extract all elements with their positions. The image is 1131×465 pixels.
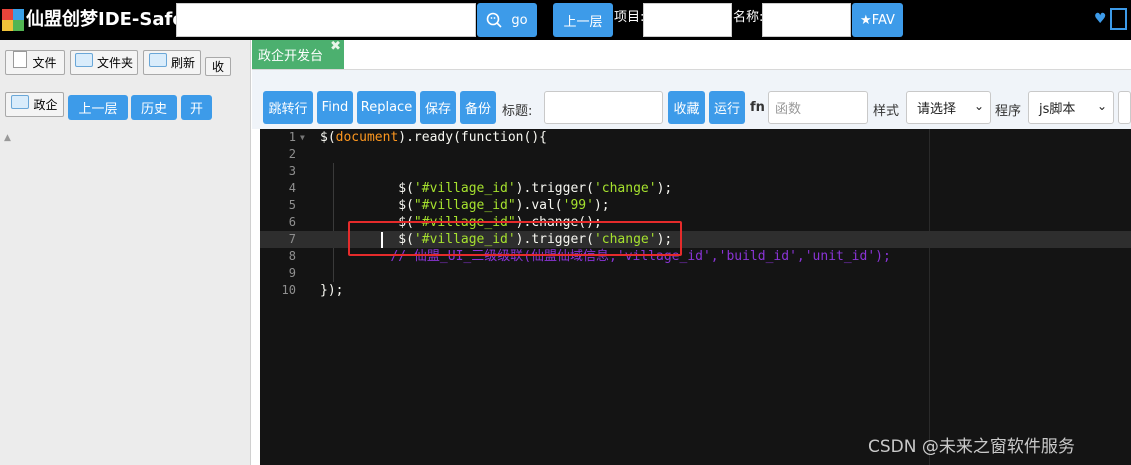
code-token: $( [320, 181, 414, 196]
app-logo-icon [2, 9, 24, 31]
open-button[interactable]: 开 [181, 95, 212, 120]
tab-zhengqi-console[interactable]: 政企开发台 ✖ [252, 39, 344, 69]
code-token: ).ready(function(){ [398, 130, 547, 145]
name-input[interactable] [762, 3, 851, 37]
save-button[interactable]: 保存 [420, 91, 456, 124]
new-file-label: 文件 [32, 56, 57, 70]
title-input[interactable] [544, 91, 663, 124]
left-up-button[interactable]: 上一层 [68, 95, 128, 120]
code-token: '#village_id' [413, 181, 516, 196]
go-label: go [511, 12, 528, 28]
style-select-value: 请选择 [917, 102, 957, 117]
code-token: $( [320, 130, 336, 145]
code-token: "#village_id" [413, 198, 516, 213]
line-number: 3 [288, 164, 296, 178]
replace-button[interactable]: Replace [357, 91, 416, 124]
program-select-value: js脚本 [1039, 102, 1076, 117]
file-explorer-panel: 文件 文件夹 刷新 收 政企 上一层 历史 开 ▲ [0, 40, 251, 465]
fav-button[interactable]: ★FAV [852, 3, 903, 37]
watermark: CSDN @未来之窗软件服务 [868, 437, 1075, 457]
fold-arrow-icon[interactable]: ▼ [300, 129, 305, 146]
top-up-button[interactable]: 上一层 [553, 3, 613, 37]
line-number: 2 [288, 147, 296, 161]
line-number: 6 [288, 215, 296, 229]
code-editor[interactable]: 1 ▼ $(document).ready(function(){2 3 4 $('#v… [260, 129, 1131, 465]
fn-label: fn [750, 100, 765, 115]
code-text: $("#village_id").val('99'); [320, 197, 610, 214]
new-folder-label: 文件夹 [96, 56, 133, 70]
search-icon [487, 12, 502, 28]
line-number: 10 [281, 283, 296, 297]
code-line[interactable]: 3 [260, 163, 1131, 180]
folder-icon [148, 52, 167, 67]
code-token: ); [656, 181, 673, 196]
backup-button[interactable]: 备份 [460, 91, 496, 124]
folder-icon [74, 52, 93, 67]
code-text: $('#village_id').trigger('change'); [320, 180, 672, 197]
new-file-button[interactable]: 文件 [5, 50, 65, 75]
code-line[interactable]: 2 [260, 146, 1131, 163]
line-number: 5 [288, 198, 296, 212]
function-input[interactable]: 函数 [768, 91, 868, 124]
code-line[interactable]: 1 ▼ $(document).ready(function(){ [260, 129, 1131, 146]
new-folder-button[interactable]: 文件夹 [70, 50, 138, 75]
program-label: 程序 [995, 104, 1022, 119]
collapse-button[interactable]: 收 [205, 57, 231, 76]
go-button[interactable]: go [477, 3, 537, 37]
find-button[interactable]: Find [317, 91, 353, 124]
refresh-button[interactable]: 刷新 [143, 50, 201, 75]
code-text: }); [320, 282, 343, 299]
line-number: 8 [288, 249, 296, 263]
file-icon [13, 51, 28, 68]
extra-select[interactable] [1118, 91, 1131, 124]
line-number: 7 [288, 232, 296, 246]
close-icon[interactable]: ✖ [330, 39, 341, 54]
code-token: document [335, 130, 399, 145]
code-line[interactable]: 10}); [260, 282, 1131, 299]
line-number: 1 [288, 130, 296, 144]
app-title: 仙盟创梦IDE-Safe [26, 9, 185, 30]
code-token: $( [320, 198, 414, 213]
code-line[interactable]: 9 [260, 265, 1131, 282]
zhengqi-label: 政企 [33, 98, 58, 112]
heart-icon[interactable]: ♥ [1094, 11, 1107, 27]
code-text: $(document).ready(function(){ [320, 129, 547, 146]
code-line[interactable]: 4 $('#village_id').trigger('change'); [260, 180, 1131, 197]
chevron-down-icon: ⌄ [1096, 99, 1107, 113]
title-label: 标题: [502, 104, 533, 119]
refresh-label: 刷新 [170, 56, 195, 70]
zhengqi-button[interactable]: 政企 [5, 92, 64, 117]
style-select[interactable]: 请选择 ⌄ [906, 91, 991, 124]
code-token: ).val( [515, 198, 563, 213]
run-button[interactable]: 运行 [709, 91, 745, 124]
code-token: '99' [562, 198, 594, 213]
scroll-up-icon[interactable]: ▲ [4, 133, 11, 143]
goto-line-button[interactable]: 跳转行 [263, 91, 313, 124]
project-input[interactable] [643, 3, 732, 37]
code-line[interactable]: 5 $("#village_id").val('99'); [260, 197, 1131, 214]
favorite-button[interactable]: 收藏 [668, 91, 705, 124]
name-label: 名称: [733, 10, 764, 25]
top-bar: 仙盟创梦IDE-Safe go 上一层 项目: 名称: ★FAV ♥ [0, 0, 1131, 40]
line-number: 4 [288, 181, 296, 195]
folder-icon [11, 94, 30, 109]
tab-label: 政企开发台 [258, 49, 324, 64]
annotation-box [348, 221, 682, 256]
text-cursor [381, 232, 383, 248]
style-label: 样式 [873, 104, 900, 119]
line-number: 9 [288, 266, 296, 280]
program-select[interactable]: js脚本 ⌄ [1028, 91, 1114, 124]
code-token: }); [320, 283, 344, 298]
project-label: 项目: [614, 10, 645, 25]
chevron-down-icon: ⌄ [973, 99, 984, 113]
ide-window: 仙盟创梦IDE-Safe go 上一层 项目: 名称: ★FAV ♥ 文件 文件… [0, 0, 1131, 465]
code-token: ).trigger( [515, 181, 594, 196]
history-button[interactable]: 历史 [131, 95, 177, 120]
code-token: ); [593, 198, 610, 213]
path-input[interactable] [176, 3, 476, 37]
code-token: 'change' [593, 181, 657, 196]
window-icon[interactable] [1110, 8, 1127, 30]
tab-strip: 政企开发台 ✖ [252, 39, 1131, 70]
